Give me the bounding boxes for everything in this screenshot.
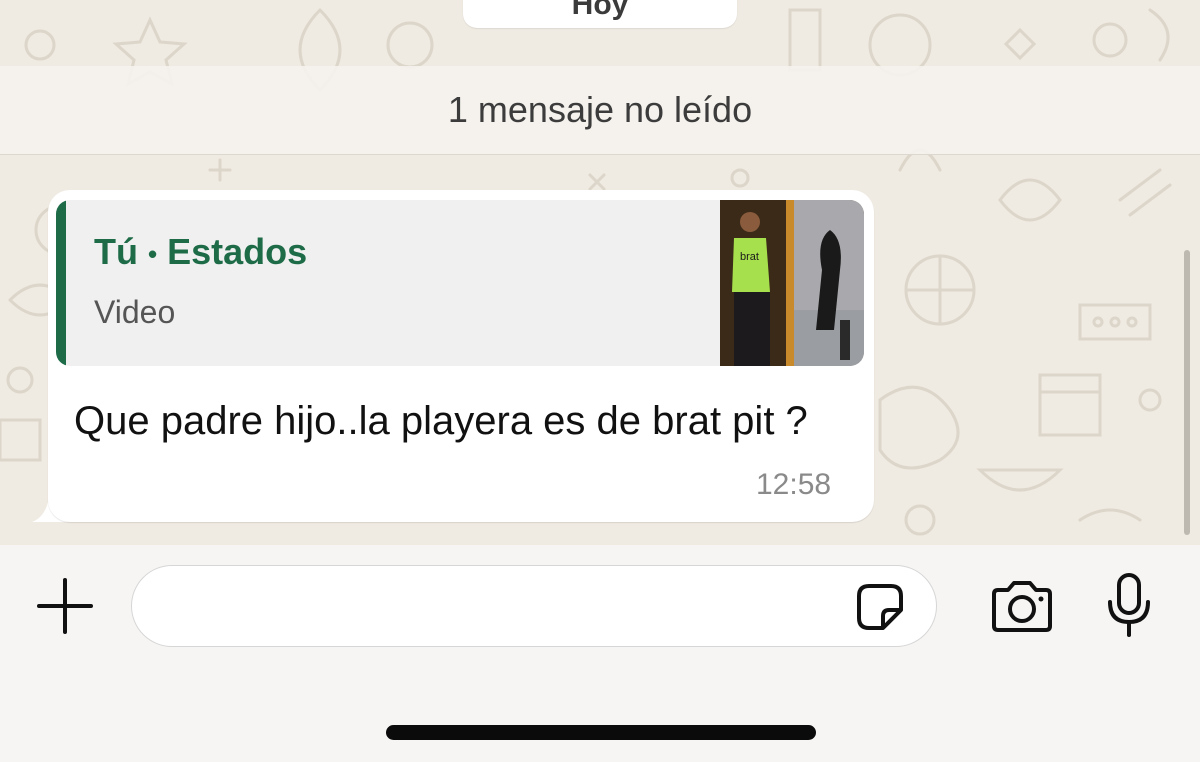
sticker-icon <box>857 584 903 630</box>
status-video-thumbnail[interactable]: brat <box>720 200 864 366</box>
message-input[interactable] <box>131 565 937 647</box>
thumbnail-shirt-text: brat <box>740 251 759 263</box>
home-indicator[interactable] <box>386 725 816 740</box>
message-timestamp: 12:58 <box>756 468 832 501</box>
quote-author: Tú <box>94 231 138 272</box>
quoted-status-reply[interactable]: Tú • Estados Video brat <box>56 200 864 366</box>
composer-bar <box>0 545 1200 762</box>
unread-messages-banner: 1 mensaje no leído <box>0 66 1200 155</box>
quote-media-type: Video <box>94 294 176 330</box>
camera-icon <box>992 581 1052 632</box>
voice-message-button[interactable] <box>1100 571 1158 639</box>
quote-source: Estados <box>167 231 308 272</box>
quote-separator: • <box>147 239 158 270</box>
date-pill: Hoy <box>463 0 737 28</box>
quote-accent-bar <box>56 200 66 366</box>
scrollbar[interactable] <box>1184 250 1190 535</box>
chat-area[interactable]: Hoy 1 mensaje no leído Tú • Estados Video <box>0 0 1200 545</box>
incoming-message-bubble[interactable]: Tú • Estados Video brat Que padre hijo..… <box>48 190 874 522</box>
plus-icon <box>37 578 93 634</box>
sticker-button[interactable] <box>850 581 910 633</box>
attach-button[interactable] <box>34 575 96 637</box>
quote-author-line: Tú • Estados <box>94 234 307 270</box>
message-text: Que padre hijo..la playera es de brat pi… <box>74 399 808 443</box>
camera-button[interactable] <box>986 577 1058 637</box>
video-thumbnail-image: brat <box>720 200 864 366</box>
microphone-icon <box>1108 573 1150 637</box>
